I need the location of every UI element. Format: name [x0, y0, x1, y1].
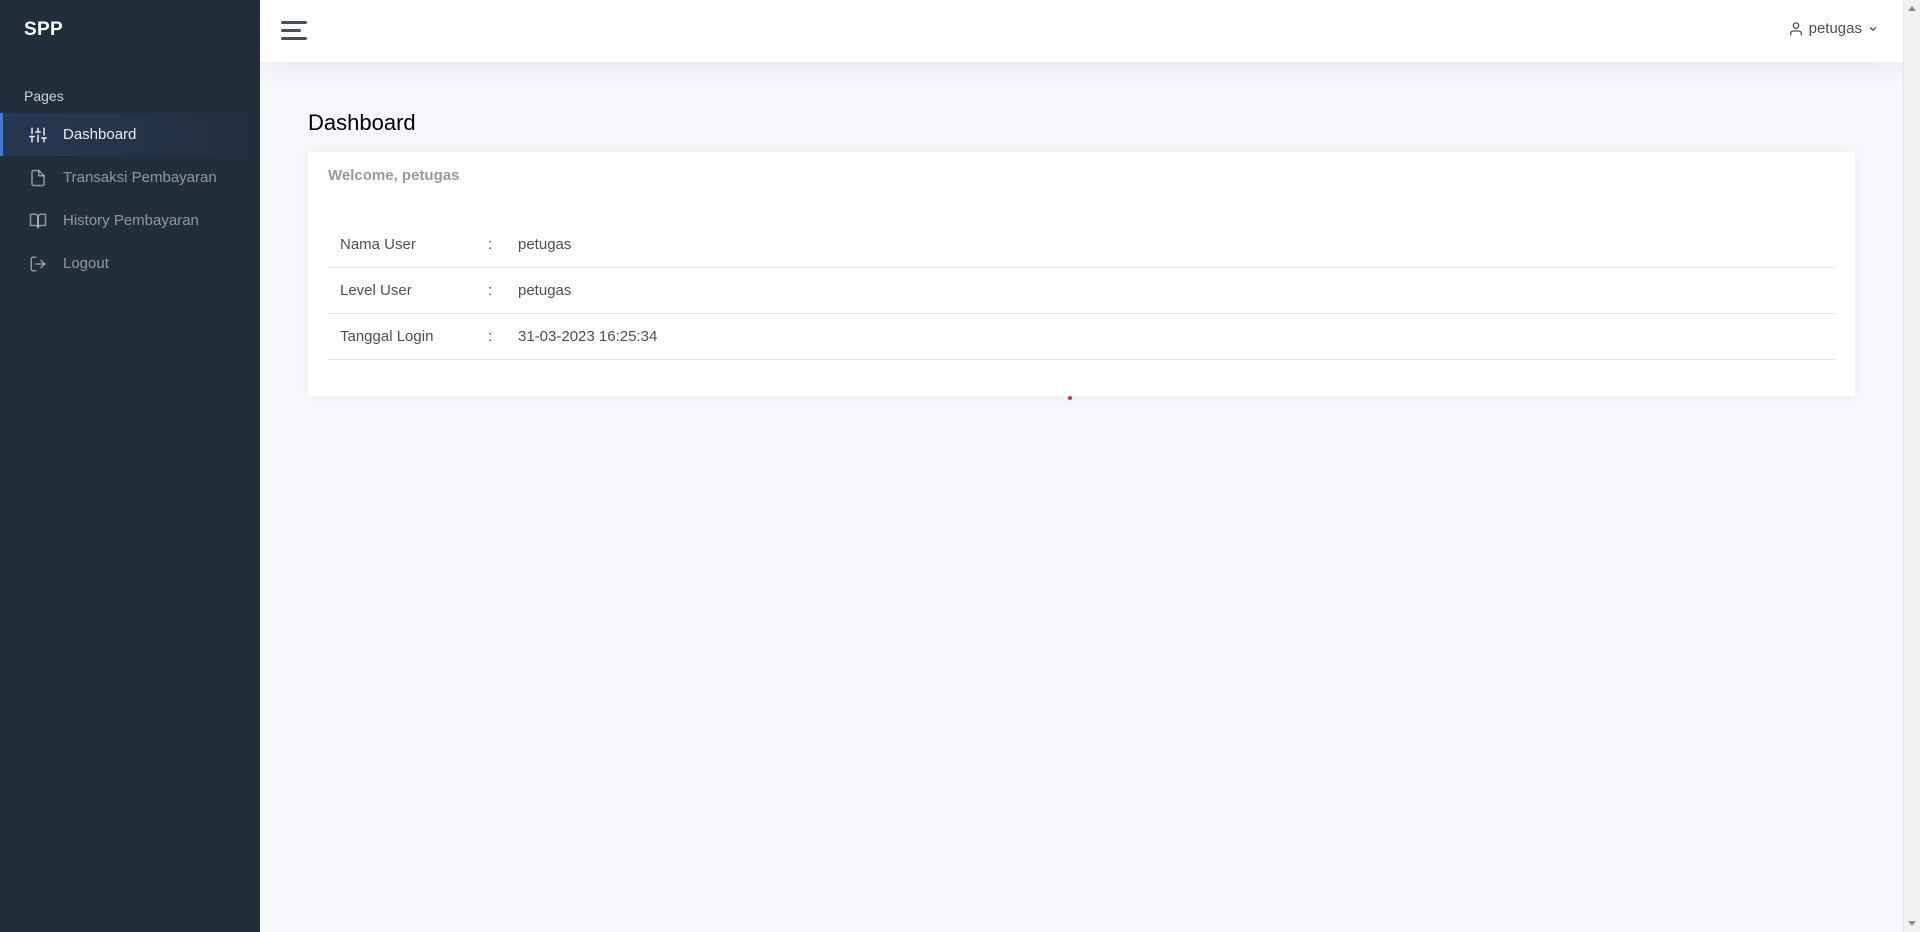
- scroll-up-icon[interactable]: [1908, 6, 1916, 11]
- row-separator: :: [488, 328, 493, 345]
- sidebar: SPP Pages Dashboard Transaksi Pembayaran…: [0, 0, 260, 932]
- file-icon: [29, 169, 47, 187]
- sidebar-section-header: Pages: [24, 88, 64, 104]
- sidebar-item-dashboard[interactable]: Dashboard: [0, 113, 260, 156]
- row-value: petugas: [518, 236, 572, 253]
- row-key: Tanggal Login: [340, 328, 434, 345]
- scroll-down-icon[interactable]: [1908, 921, 1916, 926]
- chevron-down-icon: [1868, 24, 1878, 34]
- card-title: Welcome, petugas: [328, 167, 460, 184]
- sidebar-item-label: Transaksi Pembayaran: [63, 169, 217, 186]
- hamburger-icon[interactable]: [281, 19, 307, 43]
- log-out-icon: [29, 255, 47, 273]
- page-scrollbar[interactable]: [1903, 0, 1920, 932]
- sidebar-nav: Dashboard Transaksi Pembayaran History P…: [0, 113, 260, 285]
- row-separator: :: [488, 236, 493, 253]
- row-separator: :: [488, 282, 493, 299]
- welcome-card: Welcome, petugas Nama User : petugas Lev…: [308, 152, 1855, 396]
- row-key: Nama User: [340, 236, 416, 253]
- brand-logo[interactable]: SPP: [24, 19, 63, 41]
- table-row: Nama User : petugas: [328, 222, 1835, 268]
- table-row: Level User : petugas: [328, 268, 1835, 314]
- user-icon: [1788, 21, 1804, 37]
- sliders-icon: [29, 126, 47, 144]
- page-title: Dashboard: [308, 110, 416, 135]
- row-value: petugas: [518, 282, 572, 299]
- sidebar-item-label: Logout: [63, 255, 109, 272]
- book-open-icon: [29, 212, 47, 230]
- user-menu-dropdown[interactable]: petugas: [1788, 20, 1878, 37]
- row-key: Level User: [340, 282, 412, 299]
- sidebar-item-logout[interactable]: Logout: [0, 242, 260, 285]
- sidebar-item-label: History Pembayaran: [63, 212, 199, 229]
- sidebar-item-transaksi-pembayaran[interactable]: Transaksi Pembayaran: [0, 156, 260, 199]
- sidebar-item-label: Dashboard: [63, 126, 137, 143]
- row-value: 31-03-2023 16:25:34: [518, 328, 658, 345]
- cursor-dot: [1068, 396, 1072, 400]
- user-name: petugas: [1808, 20, 1862, 37]
- topbar: petugas: [260, 0, 1903, 62]
- sidebar-item-history-pembayaran[interactable]: History Pembayaran: [0, 199, 260, 242]
- table-row: Tanggal Login : 31-03-2023 16:25:34: [328, 314, 1835, 360]
